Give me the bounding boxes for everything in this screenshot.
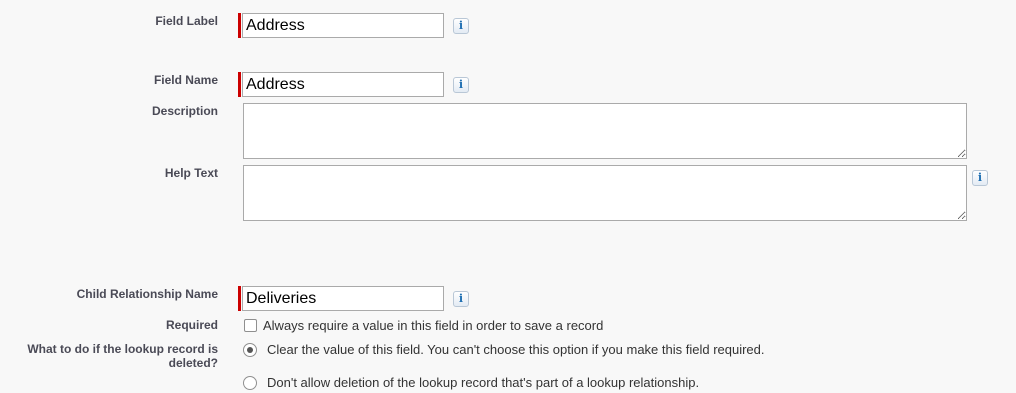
field-label-info-icon[interactable]: i xyxy=(453,18,469,34)
field-label-required-indicator xyxy=(238,13,241,38)
description-textarea[interactable] xyxy=(243,103,967,159)
clear-value-radio[interactable] xyxy=(243,343,257,357)
child-relationship-info-icon[interactable]: i xyxy=(453,291,469,307)
field-label-label: Field Label xyxy=(155,14,218,28)
field-name-label: Field Name xyxy=(153,73,218,87)
field-name-required-indicator xyxy=(238,72,241,97)
field-name-input[interactable] xyxy=(242,72,444,97)
prevent-deletion-option-text: Don't allow deletion of the lookup recor… xyxy=(267,375,700,390)
lookup-deleted-label: What to do if the lookup record is delet… xyxy=(27,342,218,370)
field-name-info-icon[interactable]: i xyxy=(453,77,469,93)
prevent-deletion-radio[interactable] xyxy=(243,376,257,390)
child-relationship-required-indicator xyxy=(238,286,241,311)
description-label: Description xyxy=(151,104,218,118)
required-checkbox-text: Always require a value in this field in … xyxy=(263,318,604,333)
field-label-input[interactable] xyxy=(242,13,444,38)
required-checkbox[interactable] xyxy=(244,319,257,332)
clear-value-option-text: Clear the value of this field. You can't… xyxy=(267,342,765,357)
help-text-label: Help Text xyxy=(164,166,218,180)
child-relationship-input[interactable] xyxy=(242,286,444,311)
required-label: Required xyxy=(165,318,218,332)
child-relationship-label: Child Relationship Name xyxy=(76,287,218,301)
help-text-info-icon[interactable]: i xyxy=(972,170,988,186)
help-text-textarea[interactable] xyxy=(243,165,967,221)
